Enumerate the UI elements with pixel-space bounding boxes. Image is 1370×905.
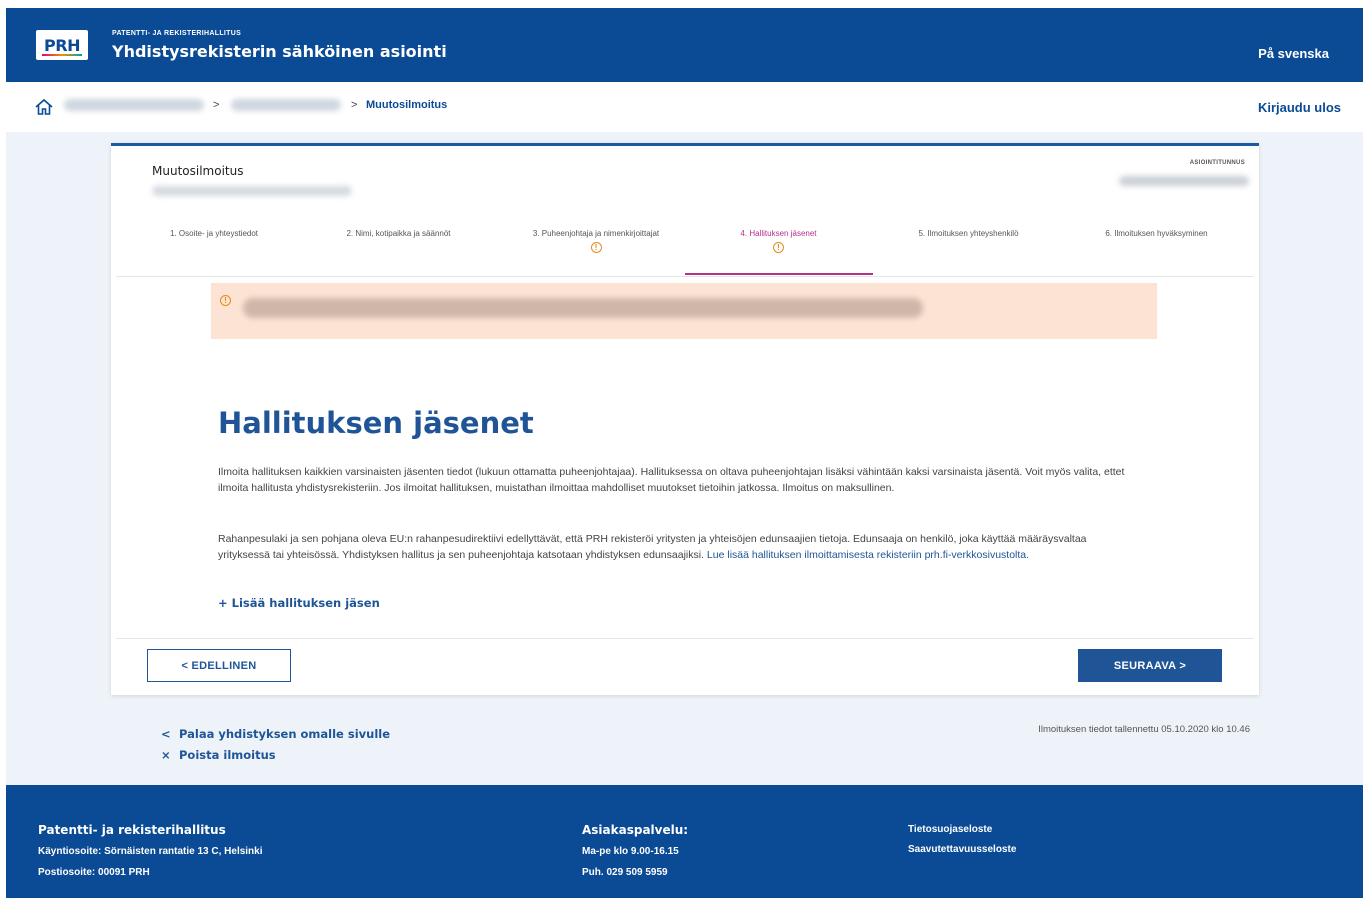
close-icon: × [161, 748, 171, 762]
divider [116, 638, 1254, 639]
active-step-indicator [685, 273, 873, 275]
warning-icon: ! [773, 242, 784, 253]
logo-text: PRH [44, 35, 80, 55]
read-more-link[interactable]: Lue lisää hallituksen ilmoittamisesta re… [707, 549, 1029, 561]
form-card: Muutosilmoitus ASIOINTITUNNUS 1. Osoite-… [111, 143, 1259, 695]
app-title: Yhdistysrekisterin sähköinen asiointi [112, 42, 447, 61]
step-3[interactable]: 3. Puheenjohtaja ja nimenkirjoittajat ! [531, 228, 661, 253]
footer-customer-service: Asiakaspalvelu: Ma-pe klo 9.00-16.15 Puh… [582, 820, 688, 883]
step-2[interactable]: 2. Nimi, kotipaikka ja säännöt [316, 228, 481, 239]
site-header: PRH PATENTTI- JA REKISTERIHALLITUS Yhdis… [6, 8, 1363, 82]
back-to-association-link[interactable]: < Palaa yhdistyksen omalle sivulle [161, 724, 390, 745]
footer-service-title: Asiakaspalvelu: [582, 823, 689, 837]
footer-postal-address: Postiosoite: 00091 PRH [38, 867, 150, 878]
warning-icon: ! [220, 295, 231, 306]
association-info-redacted [152, 186, 352, 196]
transaction-id-redacted [1119, 176, 1249, 186]
step-label: 5. Ilmoituksen yhteyshenkilö [918, 229, 1019, 238]
delete-notification-link[interactable]: × Poista ilmoitus [161, 745, 390, 766]
page-frame: PRH PATENTTI- JA REKISTERIHALLITUS Yhdis… [6, 8, 1363, 898]
transaction-id-label: ASIOINTITUNNUS [1189, 160, 1245, 166]
footer-visit-address: Käyntiosoite: Sörnäisten rantatie 13 C, … [38, 846, 263, 857]
step-label: 2. Nimi, kotipaikka ja säännöt [346, 229, 451, 238]
breadcrumb-separator: > [213, 99, 220, 111]
home-icon[interactable] [34, 98, 54, 116]
page-title: Hallituksen jäsenet [218, 406, 534, 440]
org-name-small: PATENTTI- JA REKISTERIHALLITUS [112, 30, 242, 37]
breadcrumb-item-redacted-2[interactable] [231, 99, 341, 111]
divider [116, 276, 1254, 277]
breadcrumb-current: Muutosilmoitus [366, 99, 448, 111]
accessibility-statement-link[interactable]: Saavutettavuusseloste [908, 840, 1016, 860]
card-title: Muutosilmoitus [152, 164, 244, 178]
step-5[interactable]: 5. Ilmoituksen yhteyshenkilö [891, 228, 1046, 239]
footer-service-hours: Ma-pe klo 9.00-16.15 [582, 846, 679, 857]
footer-org-name: Patentti- ja rekisterihallitus [38, 823, 226, 837]
step-label: 1. Osoite- ja yhteystiedot [169, 229, 259, 238]
step-4[interactable]: 4. Hallituksen jäsenet ! [711, 228, 846, 253]
footer-service-phone: Puh. 029 509 5959 [582, 867, 668, 878]
language-switch-link[interactable]: På svenska [1258, 46, 1329, 61]
step-label: 3. Puheenjohtaja ja nimenkirjoittajat [532, 229, 660, 238]
chevron-left-icon: < [161, 727, 171, 741]
link-label: Palaa yhdistyksen omalle sivulle [179, 727, 391, 741]
prh-logo[interactable]: PRH [36, 30, 88, 60]
step-navigation: 1. Osoite- ja yhteystiedot 2. Nimi, koti… [111, 228, 1259, 278]
link-label: Poista ilmoitus [179, 748, 276, 762]
previous-button[interactable]: < EDELLINEN [147, 649, 291, 682]
logout-link[interactable]: Kirjaudu ulos [1258, 100, 1341, 115]
warning-alert: ! [211, 283, 1157, 339]
step-label: 6. Ilmoituksen hyväksyminen [1105, 229, 1208, 238]
saved-timestamp: Ilmoituksen tiedot tallennettu 05.10.202… [1038, 724, 1250, 735]
step-1[interactable]: 1. Osoite- ja yhteystiedot [139, 228, 289, 239]
warning-icon: ! [590, 242, 602, 253]
breadcrumb-item-redacted-1[interactable] [64, 99, 204, 111]
privacy-policy-link[interactable]: Tietosuojaseloste [908, 820, 1016, 840]
intro-paragraph: Ilmoita hallituksen kaikkien varsinaiste… [218, 466, 1125, 494]
breadcrumb-bar [6, 82, 1363, 132]
footer-contact: Patentti- ja rekisterihallitus Käyntioso… [38, 820, 263, 883]
add-board-member-button[interactable]: + Lisää hallituksen jäsen [218, 596, 380, 610]
step-6[interactable]: 6. Ilmoituksen hyväksyminen [1079, 228, 1234, 239]
page-actions: < Palaa yhdistyksen omalle sivulle × Poist… [161, 724, 390, 766]
step-label: 4. Hallituksen jäsenet [740, 229, 817, 238]
footer-links: Tietosuojaseloste Saavutettavuusseloste [908, 820, 1016, 860]
breadcrumb-separator: > [351, 99, 358, 111]
beneficiary-paragraph: Rahanpesulaki ja sen pohjana oleva EU:n … [218, 531, 1138, 563]
site-footer: Patentti- ja rekisterihallitus Käyntioso… [6, 785, 1363, 898]
alert-message-redacted [243, 298, 923, 318]
next-button[interactable]: SEURAAVA > [1078, 649, 1222, 682]
